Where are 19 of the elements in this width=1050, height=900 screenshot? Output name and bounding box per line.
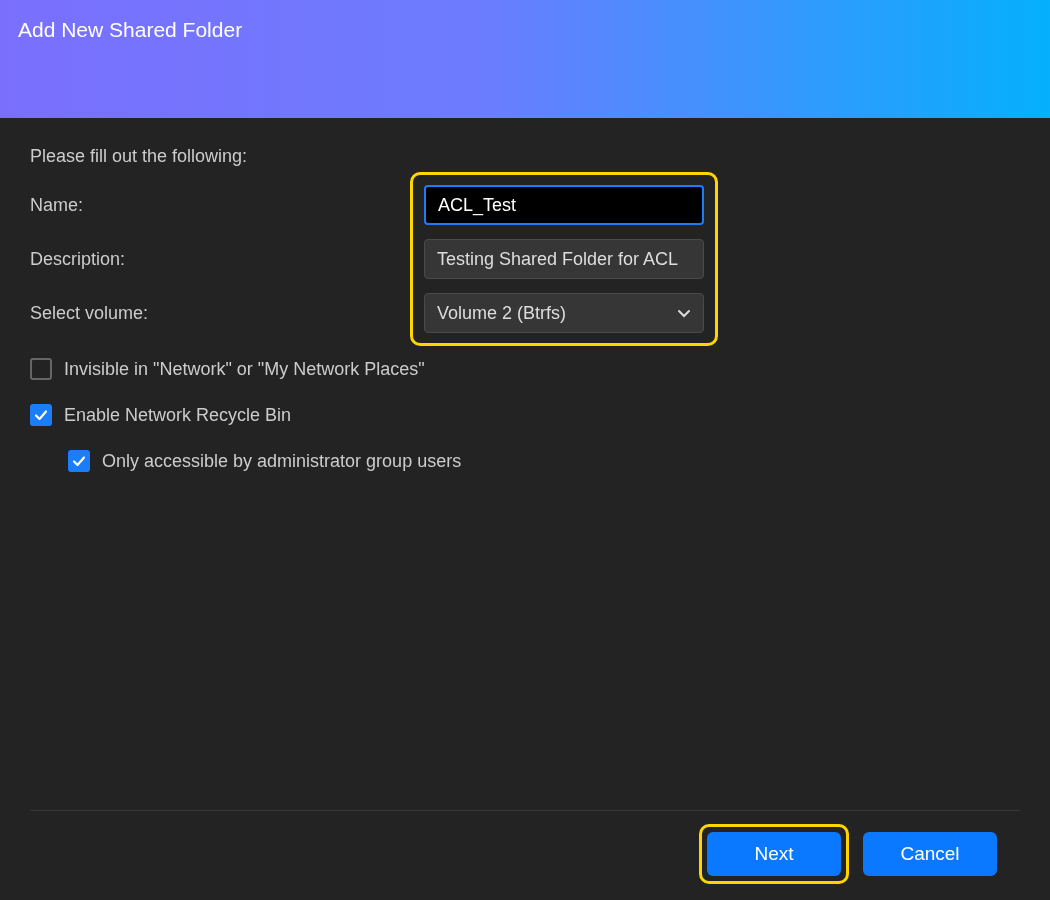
- checkmark-icon: [71, 453, 87, 469]
- volume-dropdown[interactable]: Volume 2 (Btrfs): [424, 293, 704, 333]
- checkbox-label: Only accessible by administrator group users: [102, 450, 462, 472]
- checkbox-label: Invisible in "Network" or "My Network Places": [64, 358, 425, 380]
- input-field[interactable]: ACL_Test: [424, 185, 704, 225]
- checkmark-icon: [33, 407, 49, 423]
- field-label: Select volume:: [30, 302, 150, 325]
- input-field[interactable]: Testing Shared Folder for ACL: [424, 239, 704, 279]
- next-button[interactable]: Next: [707, 832, 841, 876]
- checkbox-label: Enable Network Recycle Bin: [64, 404, 292, 426]
- cancel-button[interactable]: Cancel: [863, 832, 997, 876]
- checkbox[interactable]: [30, 404, 52, 426]
- field-label: Description:: [30, 248, 127, 271]
- chevron-down-icon: [677, 308, 691, 318]
- checkbox[interactable]: [68, 450, 90, 472]
- window-title: Add New Shared Folder: [18, 18, 243, 41]
- checkbox[interactable]: [30, 358, 52, 380]
- field-label: Name:: [30, 194, 84, 217]
- intro-text: Please fill out the following:: [30, 146, 249, 168]
